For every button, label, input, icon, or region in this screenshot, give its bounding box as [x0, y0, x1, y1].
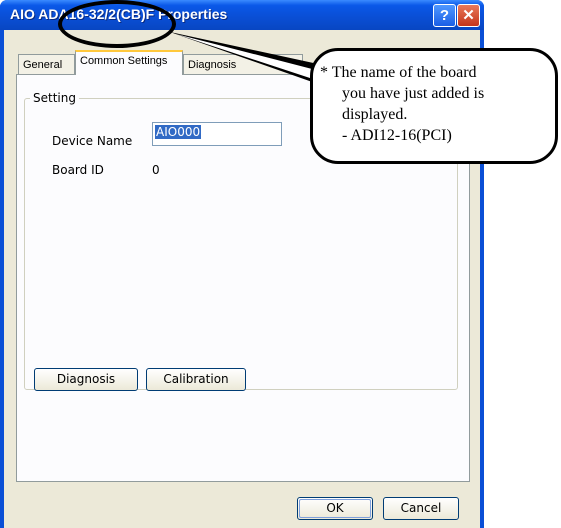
callout-text: * The name of the board you have just ad… — [320, 62, 556, 146]
callout-line: you have just added is — [342, 85, 485, 102]
callout-line: * The name of the board — [320, 64, 477, 81]
tab-common-settings[interactable]: Common Settings — [75, 50, 183, 75]
callout-line: - ADI12-16(PCI) — [342, 127, 452, 144]
callout-line: displayed. — [342, 106, 408, 123]
